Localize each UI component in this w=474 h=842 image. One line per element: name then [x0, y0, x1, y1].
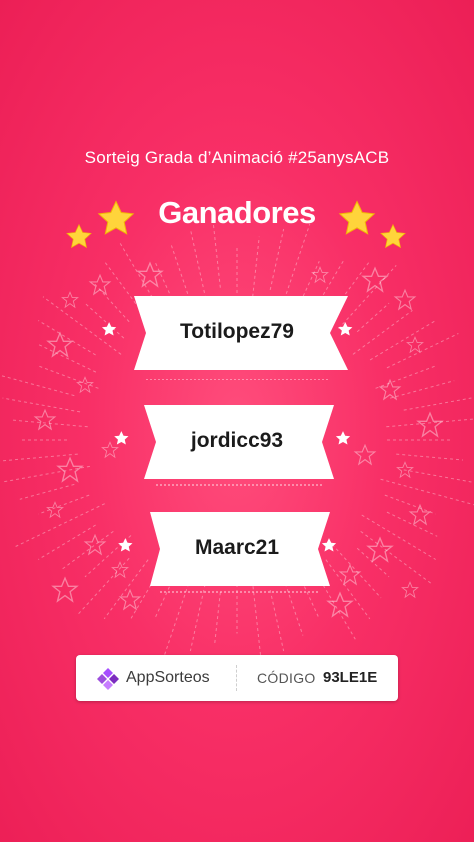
page-title: Ganadores: [158, 195, 316, 230]
code-label: CÓDIGO: [257, 670, 316, 686]
appsorteos-logo-icon: [97, 668, 119, 690]
divider: [236, 665, 237, 691]
winner-banner: Totilopez79: [0, 296, 474, 380]
burst-ray: [252, 236, 260, 297]
decor-star-icon: [361, 266, 389, 293]
winner-name: jordicc93: [190, 429, 284, 452]
decor-star-icon: [311, 266, 329, 284]
raffle-subtitle: Sorteig Grada d’Animació #25anysACB: [84, 148, 390, 167]
burst-ray: [269, 228, 285, 291]
winner-name: Totilopez79: [180, 320, 294, 343]
burst-ray: [389, 380, 455, 399]
winner-name: Maarc21: [194, 536, 280, 559]
winner-banner: jordicc93: [0, 405, 474, 486]
result-card: Sorteig Grada d’Animació #25anysACB Gana…: [0, 0, 474, 842]
decor-star-icon: [88, 273, 112, 296]
burst-ray: [189, 228, 207, 299]
appsorteos-footer: AppSorteos CÓDIGO 93LE1E: [76, 655, 398, 701]
brand-name: AppSorteos: [126, 669, 210, 686]
burst-ray: [214, 592, 221, 644]
burst-ray: [269, 589, 285, 652]
burst-ray: [154, 261, 173, 299]
decor-star-icon: [136, 261, 164, 288]
winner-banner: Maarc21: [0, 512, 474, 593]
code-value: 93LE1E: [323, 669, 378, 686]
